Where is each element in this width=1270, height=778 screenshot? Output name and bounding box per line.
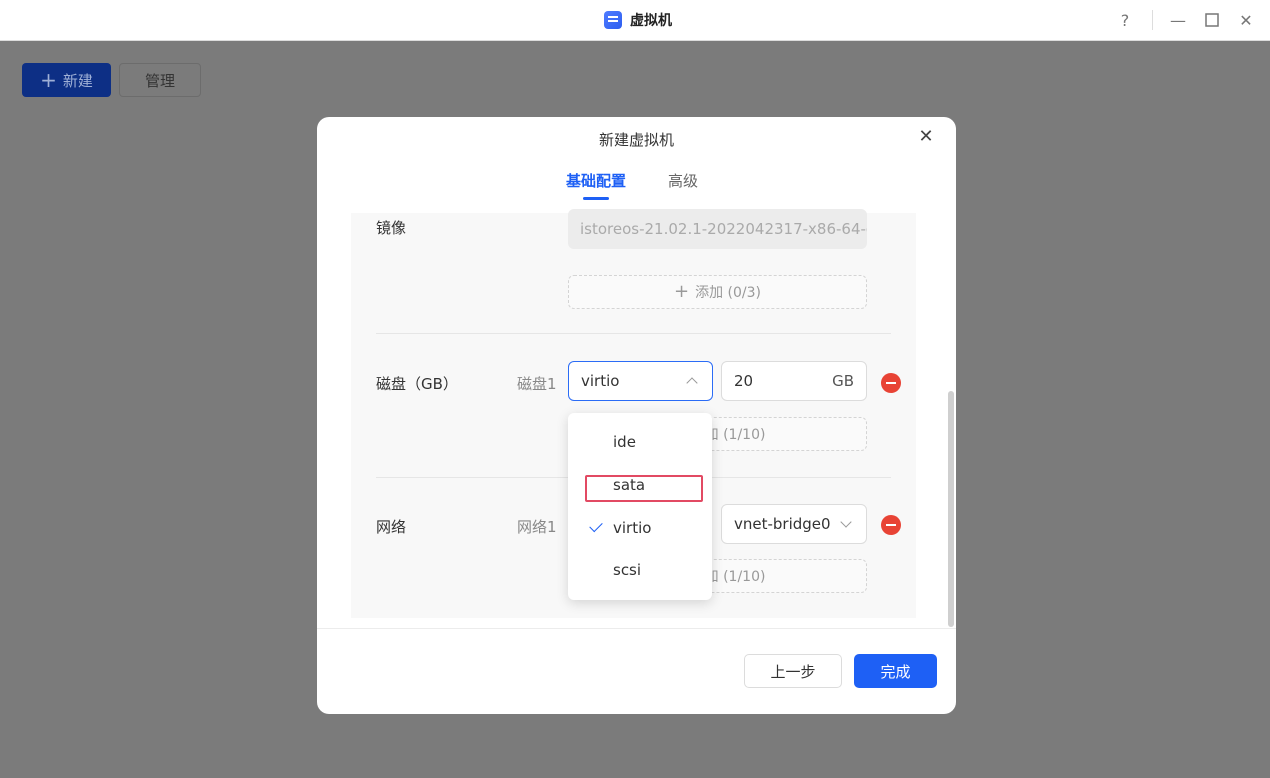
- section-divider: [376, 333, 891, 334]
- disk-bus-select[interactable]: virtio: [568, 361, 713, 401]
- network-bridge-value: vnet-bridge0: [734, 515, 831, 533]
- chevron-up-icon: [686, 377, 698, 389]
- tab-basic-config[interactable]: 基础配置: [566, 170, 626, 191]
- dropdown-option-virtio-label: virtio: [613, 519, 652, 537]
- disk-bus-dropdown: ide sata virtio scsi: [568, 413, 712, 600]
- disk-label: 磁盘（GB）: [376, 375, 458, 393]
- active-tab-indicator: [583, 197, 609, 200]
- network-row-label: 网络1: [517, 518, 557, 536]
- disk-bus-value: virtio: [581, 372, 620, 390]
- manage-button[interactable]: 管理: [119, 63, 201, 97]
- virtual-machine-app-icon: [604, 11, 622, 29]
- check-icon: [589, 518, 603, 533]
- titlebar-divider: [1152, 10, 1153, 30]
- image-field[interactable]: istoreos-21.02.1-2022042317-x86-64-gener…: [568, 209, 867, 249]
- plus-icon: +: [40, 68, 57, 92]
- previous-step-button[interactable]: 上一步: [744, 654, 842, 688]
- highlight-box: [585, 475, 703, 502]
- remove-network-icon[interactable]: [881, 515, 901, 535]
- disk-row-label: 磁盘1: [517, 375, 557, 393]
- window-titlebar: 虚拟机 ? — ✕: [0, 0, 1270, 41]
- done-button[interactable]: 完成: [854, 654, 937, 688]
- close-icon[interactable]: ✕: [917, 128, 935, 146]
- tab-advanced[interactable]: 高级: [668, 170, 698, 191]
- new-vm-dialog: 新建虚拟机 ✕ 基础配置 高级 镜像 istoreos-21.02.1-2022…: [317, 117, 956, 714]
- network-bridge-select[interactable]: vnet-bridge0: [721, 504, 867, 544]
- dropdown-option-scsi[interactable]: scsi: [568, 550, 712, 590]
- minimize-icon[interactable]: —: [1168, 10, 1188, 30]
- window-close-icon[interactable]: ✕: [1236, 10, 1256, 30]
- window-title-group: 虚拟机: [604, 10, 672, 30]
- network-label: 网络: [376, 518, 407, 536]
- add-image-button[interactable]: + 添加 (0/3): [568, 275, 867, 309]
- window-title: 虚拟机: [630, 13, 672, 29]
- chevron-down-icon: [840, 516, 852, 528]
- disk-size-value: 20: [734, 372, 754, 390]
- dialog-title: 新建虚拟机: [598, 131, 674, 149]
- new-vm-button[interactable]: + 新建: [22, 63, 111, 97]
- add-image-label: 添加 (0/3): [695, 285, 761, 301]
- plus-icon: +: [674, 281, 690, 302]
- dropdown-option-ide[interactable]: ide: [568, 422, 712, 462]
- image-label: 镜像: [376, 219, 407, 237]
- help-icon[interactable]: ?: [1115, 10, 1135, 30]
- footer-divider: [317, 628, 956, 629]
- dropdown-option-virtio[interactable]: virtio: [568, 508, 712, 548]
- disk-size-unit: GB: [832, 372, 854, 390]
- remove-disk-icon[interactable]: [881, 373, 901, 393]
- maximize-icon[interactable]: [1202, 10, 1222, 30]
- dialog-scrollbar[interactable]: [948, 391, 954, 627]
- new-vm-label: 新建: [62, 71, 93, 90]
- disk-size-input[interactable]: 20 GB: [721, 361, 867, 401]
